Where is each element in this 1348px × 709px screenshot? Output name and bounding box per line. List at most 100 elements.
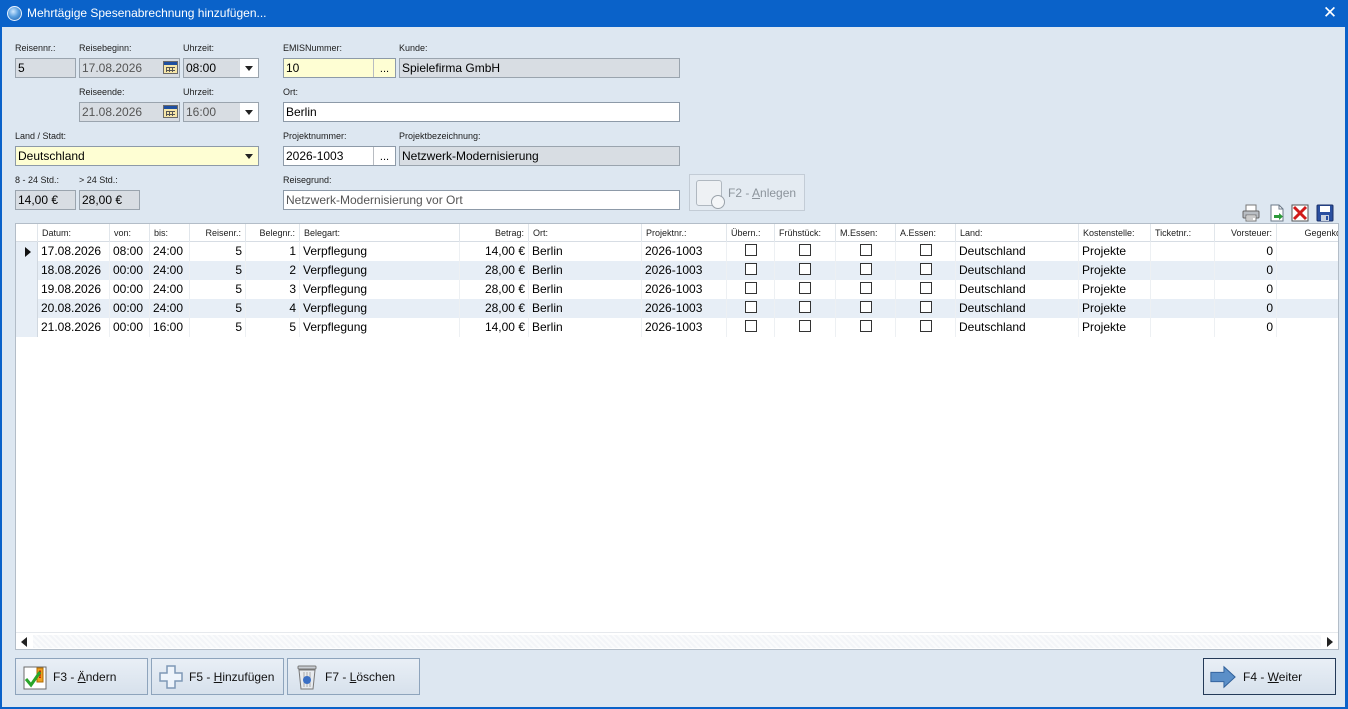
reiseende-date-field[interactable]: 21.08.2026 — [79, 102, 180, 122]
fruehstueck-checkbox[interactable] — [799, 263, 811, 276]
title-bar: Mehrtägige Spesenabrechnung hinzufügen..… — [0, 0, 1348, 27]
cell-fruehstueck — [775, 318, 836, 337]
col-header-belegart[interactable]: Belegart: — [300, 224, 460, 242]
fruehstueck-checkbox[interactable] — [799, 244, 811, 257]
cell-datum: 17.08.2026 — [38, 242, 110, 261]
messen-checkbox[interactable] — [859, 244, 872, 257]
cell-belegart: Verpflegung — [300, 242, 460, 261]
cell-von: 00:00 — [110, 299, 150, 318]
fruehstueck-checkbox[interactable] — [799, 282, 811, 295]
messen-checkbox[interactable] — [859, 320, 872, 333]
cell-belegnr: 1 — [246, 242, 300, 261]
col-header-projektnr[interactable]: Projektnr.: — [642, 224, 727, 242]
chevron-down-icon[interactable] — [240, 103, 258, 121]
projektnummer-lookup-button[interactable]: ... — [373, 147, 395, 165]
col-header-ort[interactable]: Ort: — [529, 224, 642, 242]
horizontal-scrollbar[interactable] — [16, 632, 1338, 649]
uebern-checkbox[interactable] — [744, 263, 757, 276]
messen-checkbox[interactable] — [859, 301, 872, 314]
delete-icon[interactable] — [1291, 204, 1309, 222]
table-row[interactable]: 18.08.2026 00:00 24:00 5 2 Verpflegung 2… — [16, 261, 1338, 280]
col-header-gegenkonto[interactable]: Gegenkonto: — [1277, 224, 1338, 242]
scroll-left-icon[interactable] — [19, 636, 30, 647]
aessen-checkbox[interactable] — [919, 301, 932, 314]
land-select[interactable]: Deutschland — [15, 146, 259, 166]
cell-fruehstueck — [775, 299, 836, 318]
row-selector[interactable] — [16, 318, 38, 337]
uhrzeit-ende-select[interactable]: 16:00 — [183, 102, 259, 122]
ort-input[interactable]: Berlin — [283, 102, 680, 122]
calendar-icon[interactable] — [163, 105, 178, 118]
row-pointer-icon[interactable] — [16, 242, 38, 261]
reisegrund-input[interactable]: Netzwerk-Modernisierung vor Ort — [283, 190, 680, 210]
aessen-checkbox[interactable] — [919, 282, 932, 295]
messen-checkbox[interactable] — [859, 282, 872, 295]
messen-checkbox[interactable] — [859, 263, 872, 276]
table-row[interactable]: 19.08.2026 00:00 24:00 5 3 Verpflegung 2… — [16, 280, 1338, 299]
cell-von: 00:00 — [110, 280, 150, 299]
col-header-ticketnr[interactable]: Ticketnr.: — [1151, 224, 1215, 242]
col-header-reisenr[interactable]: Reisenr.: — [190, 224, 246, 242]
uebern-checkbox[interactable] — [744, 282, 757, 295]
cell-von: 00:00 — [110, 318, 150, 337]
col-header-von[interactable]: von: — [110, 224, 150, 242]
expense-table[interactable]: Datum: von: bis: Reisenr.: Belegnr.: Bel… — [15, 223, 1339, 650]
emisnummer-lookup-button[interactable]: ... — [373, 59, 395, 77]
row-selector[interactable] — [16, 280, 38, 299]
table-row[interactable]: 17.08.2026 08:00 24:00 5 1 Verpflegung 1… — [16, 242, 1338, 261]
fruehstueck-checkbox[interactable] — [799, 320, 811, 333]
save-icon[interactable] — [1316, 204, 1334, 222]
reisebeginn-date-field[interactable]: 17.08.2026 — [79, 58, 180, 78]
aessen-checkbox[interactable] — [919, 320, 932, 333]
cell-kostenstelle: Projekte — [1079, 299, 1151, 318]
chevron-down-icon[interactable] — [240, 59, 258, 77]
projektnummer-field[interactable]: 2026-1003 ... — [283, 146, 396, 166]
col-header-vorsteuer[interactable]: Vorsteuer: — [1215, 224, 1277, 242]
window-title: Mehrtägige Spesenabrechnung hinzufügen..… — [27, 6, 267, 20]
cell-ticketnr — [1151, 299, 1215, 318]
cell-datum: 20.08.2026 — [38, 299, 110, 318]
row-selector[interactable] — [16, 299, 38, 318]
uebern-checkbox[interactable] — [744, 320, 757, 333]
cell-projektnr: 2026-1003 — [642, 261, 727, 280]
hinzufuegen-button[interactable]: F5 - Hinzufügen — [151, 658, 284, 695]
scrollbar-track[interactable] — [33, 635, 1321, 648]
uhrzeit-beginn-select[interactable]: 08:00 — [183, 58, 259, 78]
loeschen-button[interactable]: F7 - Löschen — [287, 658, 420, 695]
close-icon[interactable]: ✕ — [1322, 4, 1338, 22]
anlegen-button[interactable]: F2 - Anlegen — [689, 174, 805, 211]
cell-betrag: 28,00 € — [460, 261, 529, 280]
col-header-bis[interactable]: bis: — [150, 224, 190, 242]
cell-von: 00:00 — [110, 261, 150, 280]
cell-reisenr: 5 — [190, 280, 246, 299]
col-header-uebern[interactable]: Übern.: — [727, 224, 775, 242]
fruehstueck-checkbox[interactable] — [799, 301, 811, 314]
col-header-datum[interactable]: Datum: — [38, 224, 110, 242]
aessen-checkbox[interactable] — [919, 263, 932, 276]
col-header-betrag[interactable]: Betrag: — [460, 224, 529, 242]
aessen-checkbox[interactable] — [919, 244, 932, 257]
col-header-kostenstelle[interactable]: Kostenstelle: — [1079, 224, 1151, 242]
scroll-right-icon[interactable] — [1324, 636, 1335, 647]
uebern-checkbox[interactable] — [744, 244, 757, 257]
cell-datum: 19.08.2026 — [38, 280, 110, 299]
table-row[interactable]: 21.08.2026 00:00 16:00 5 5 Verpflegung 1… — [16, 318, 1338, 337]
uebern-checkbox[interactable] — [744, 301, 757, 314]
chevron-down-icon[interactable] — [240, 147, 258, 165]
row-selector[interactable] — [16, 261, 38, 280]
land-label: Land / Stadt: — [15, 131, 67, 141]
col-header-fruehstueck[interactable]: Frühstück: — [775, 224, 836, 242]
emisnummer-field[interactable]: 10 ... — [283, 58, 396, 78]
col-header-aessen[interactable]: A.Essen: — [896, 224, 956, 242]
cell-uebern — [727, 318, 775, 337]
table-row[interactable]: 20.08.2026 00:00 24:00 5 4 Verpflegung 2… — [16, 299, 1338, 318]
col-header-belegnr[interactable]: Belegnr.: — [246, 224, 300, 242]
col-header-land[interactable]: Land: — [956, 224, 1079, 242]
cell-aessen — [896, 261, 956, 280]
calendar-icon[interactable] — [163, 61, 178, 74]
aendern-button[interactable]: ! F3 - Ändern — [15, 658, 148, 695]
weiter-button[interactable]: F4 - Weiter — [1203, 658, 1336, 695]
export-icon[interactable] — [1268, 204, 1286, 222]
printer-icon[interactable] — [1242, 204, 1260, 222]
col-header-messen[interactable]: M.Essen: — [836, 224, 896, 242]
